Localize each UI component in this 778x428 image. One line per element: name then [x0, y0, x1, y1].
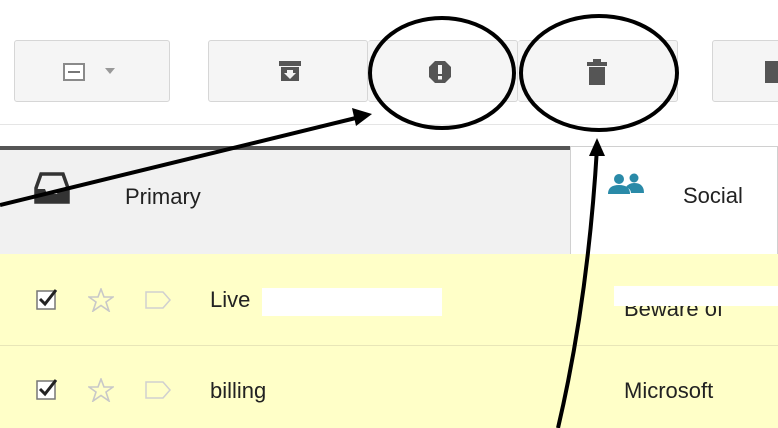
people-icon [608, 173, 644, 194]
star-icon[interactable] [88, 288, 114, 312]
checkbox-checked-icon[interactable] [36, 378, 58, 400]
email-sender: billing [210, 378, 267, 403]
archive-icon [279, 61, 301, 81]
checkbox-checked-icon[interactable] [36, 288, 58, 310]
toolbar-divider [0, 124, 778, 125]
folder-icon [765, 61, 778, 83]
select-checkbox-icon [63, 63, 85, 81]
inbox-icon [34, 172, 70, 204]
move-to-button[interactable] [712, 40, 778, 102]
tab-primary-label: Primary [125, 184, 201, 209]
delete-button[interactable] [518, 40, 678, 102]
trash-icon [587, 59, 607, 85]
email-sender: Live [210, 287, 251, 312]
archive-button[interactable] [208, 40, 368, 102]
email-subject: Microsoft [624, 378, 714, 403]
tab-social[interactable]: Social [570, 146, 778, 254]
important-marker-icon[interactable] [145, 381, 171, 399]
chevron-down-icon [105, 68, 115, 74]
star-icon[interactable] [88, 378, 114, 402]
tab-social-label: Social [683, 183, 743, 208]
email-row[interactable]: Live Beware of [0, 254, 778, 346]
select-dropdown-button[interactable] [14, 40, 170, 102]
exclamation-icon [429, 61, 451, 83]
redaction [262, 288, 442, 316]
important-marker-icon[interactable] [145, 291, 171, 309]
report-spam-button[interactable] [368, 40, 518, 102]
email-row[interactable]: billing Microsoft [0, 346, 778, 428]
redaction [614, 286, 778, 306]
tab-primary[interactable]: Primary [0, 146, 570, 254]
